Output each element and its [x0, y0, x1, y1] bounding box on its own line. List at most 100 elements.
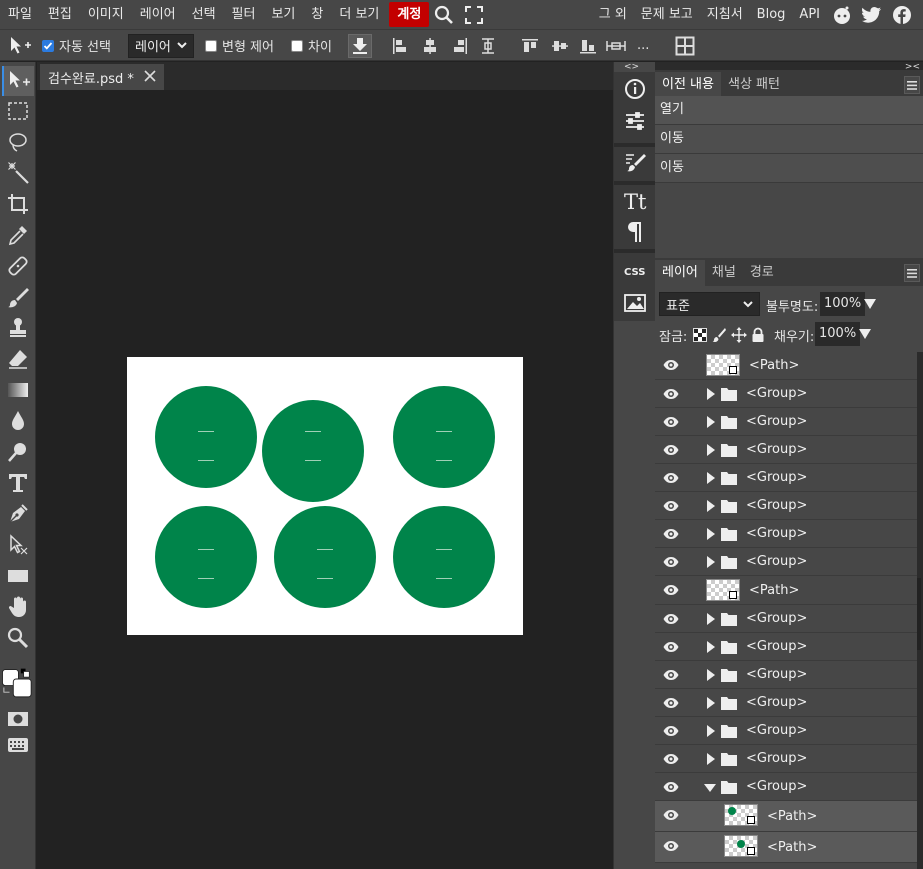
green-circle[interactable] — [274, 506, 376, 608]
reddit-icon[interactable] — [827, 0, 857, 29]
align-left-icon[interactable] — [388, 34, 412, 58]
menu-guide[interactable]: 지침서 — [700, 0, 750, 29]
pen-tool-icon[interactable] — [2, 499, 34, 529]
menu-report-bug[interactable]: 문제 보고 — [634, 0, 700, 29]
expanded-triangle-icon[interactable] — [703, 782, 716, 796]
green-circle[interactable] — [393, 386, 495, 488]
collapsed-triangle-icon[interactable] — [705, 471, 717, 485]
eraser-tool-icon[interactable] — [2, 344, 34, 374]
lock-brush-icon[interactable] — [712, 327, 726, 343]
stamp-tool-icon[interactable] — [2, 313, 34, 343]
distances-checkbox[interactable]: 차이 — [291, 30, 332, 61]
twitter-icon[interactable] — [857, 0, 887, 29]
visibility-eye-icon[interactable] — [663, 667, 679, 683]
layer-row[interactable]: <Group> — [655, 492, 917, 520]
menu-view[interactable]: 보기 — [263, 0, 303, 29]
layer-row[interactable]: <Group> — [655, 717, 917, 745]
path-select-tool-icon[interactable] — [2, 530, 34, 560]
visibility-eye-icon[interactable] — [663, 582, 679, 598]
visibility-eye-icon[interactable] — [663, 751, 679, 767]
align-center-h-icon[interactable] — [418, 34, 442, 58]
visibility-eye-icon[interactable] — [663, 639, 679, 655]
tab-channels[interactable]: 채널 — [705, 260, 743, 286]
layer-row[interactable]: <Group> — [655, 605, 917, 633]
tab-swatches[interactable]: 색상 패턴 — [721, 72, 787, 98]
fullscreen-icon[interactable] — [459, 0, 489, 29]
info-icon[interactable] — [616, 74, 654, 104]
css-icon[interactable]: CSS — [616, 256, 654, 286]
download-icon[interactable] — [348, 33, 372, 58]
visibility-eye-icon[interactable] — [663, 442, 679, 458]
collapsed-triangle-icon[interactable] — [705, 752, 717, 766]
visibility-eye-icon[interactable] — [663, 526, 679, 542]
green-circle[interactable] — [262, 400, 364, 502]
layer-row[interactable]: <Group> — [655, 745, 917, 773]
history-item[interactable]: 열기 — [655, 96, 923, 125]
menu-icon[interactable] — [904, 264, 920, 282]
type-tool-icon[interactable] — [2, 468, 34, 498]
document-tab[interactable]: 검수완료.psd * — [40, 64, 164, 90]
layers-scrollbar[interactable] — [917, 578, 921, 650]
close-icon[interactable] — [142, 68, 158, 84]
crop-tool-icon[interactable] — [2, 189, 34, 219]
visibility-eye-icon[interactable] — [663, 498, 679, 514]
move-tool-icon[interactable] — [2, 66, 34, 96]
layer-row[interactable]: <Group> — [655, 436, 917, 464]
tab-layers[interactable]: 레이어 — [655, 260, 705, 286]
history-item[interactable]: 이동 — [655, 154, 923, 183]
collapsed-triangle-icon[interactable] — [705, 668, 717, 682]
fill-input[interactable]: 100% — [815, 322, 861, 346]
align-right-icon[interactable] — [448, 34, 472, 58]
menu-filter[interactable]: 필터 — [224, 0, 264, 29]
collapsed-triangle-icon[interactable] — [705, 443, 717, 457]
layer-row[interactable]: <Group> — [655, 408, 917, 436]
adjustments-icon[interactable] — [616, 106, 654, 136]
layer-row[interactable]: <Path> — [655, 576, 917, 605]
auto-select-checkbox[interactable]: 자동 선택 — [42, 30, 111, 61]
visibility-eye-icon[interactable] — [663, 554, 679, 570]
gradient-tool-icon[interactable] — [2, 375, 34, 405]
menu-more[interactable]: 더 보기 — [331, 0, 387, 29]
collapsed-triangle-icon[interactable] — [705, 527, 717, 541]
brush-tool-icon[interactable] — [2, 282, 34, 312]
document-canvas[interactable] — [127, 357, 523, 635]
tab-history[interactable]: 이전 내용 — [655, 72, 721, 98]
history-item[interactable]: 이동 — [655, 125, 923, 154]
menu-other[interactable]: 그 외 — [592, 0, 634, 29]
menu-account[interactable]: 계정 — [389, 2, 430, 27]
grid-icon[interactable] — [673, 34, 697, 58]
paragraph-icon[interactable] — [616, 217, 654, 247]
visibility-eye-icon[interactable] — [663, 386, 679, 402]
tab-paths[interactable]: 경로 — [743, 260, 781, 286]
green-circle[interactable] — [393, 506, 495, 608]
collapsed-triangle-icon[interactable] — [705, 499, 717, 513]
eyedropper-tool-icon[interactable] — [2, 220, 34, 250]
image-icon[interactable] — [616, 288, 654, 318]
layer-row[interactable]: <Group> — [655, 520, 917, 548]
menu-blog[interactable]: Blog — [750, 0, 793, 29]
shape-tool-icon[interactable] — [2, 561, 34, 591]
collapsed-triangle-icon[interactable] — [705, 696, 717, 710]
character-icon[interactable]: Tt — [616, 186, 654, 216]
visibility-eye-icon[interactable] — [663, 357, 679, 373]
visibility-eye-icon[interactable] — [663, 695, 679, 711]
blur-tool-icon[interactable] — [2, 406, 34, 436]
collapsed-triangle-icon[interactable] — [705, 724, 717, 738]
layer-row[interactable]: <Group> — [655, 633, 917, 661]
facebook-icon[interactable] — [887, 0, 917, 29]
layer-row[interactable]: <Group> — [655, 773, 917, 801]
layer-row[interactable]: <Group> — [655, 689, 917, 717]
layer-row[interactable]: <Path> — [655, 351, 917, 380]
keyboard-icon[interactable] — [2, 730, 34, 760]
layer-row[interactable]: <Group> — [655, 464, 917, 492]
lock-transparency-icon[interactable] — [693, 328, 707, 342]
blend-mode-dropdown[interactable]: 표준 — [659, 292, 760, 316]
menu-icon[interactable] — [904, 76, 920, 94]
lock-move-icon[interactable] — [731, 327, 747, 343]
menu-layer[interactable]: 레이어 — [132, 0, 184, 29]
layer-row[interactable]: <Group> — [655, 380, 917, 408]
visibility-eye-icon[interactable] — [663, 807, 679, 823]
layer-row[interactable]: <Group> — [655, 548, 917, 576]
zoom-tool-icon[interactable] — [2, 623, 34, 653]
lock-all-icon[interactable] — [751, 327, 765, 343]
